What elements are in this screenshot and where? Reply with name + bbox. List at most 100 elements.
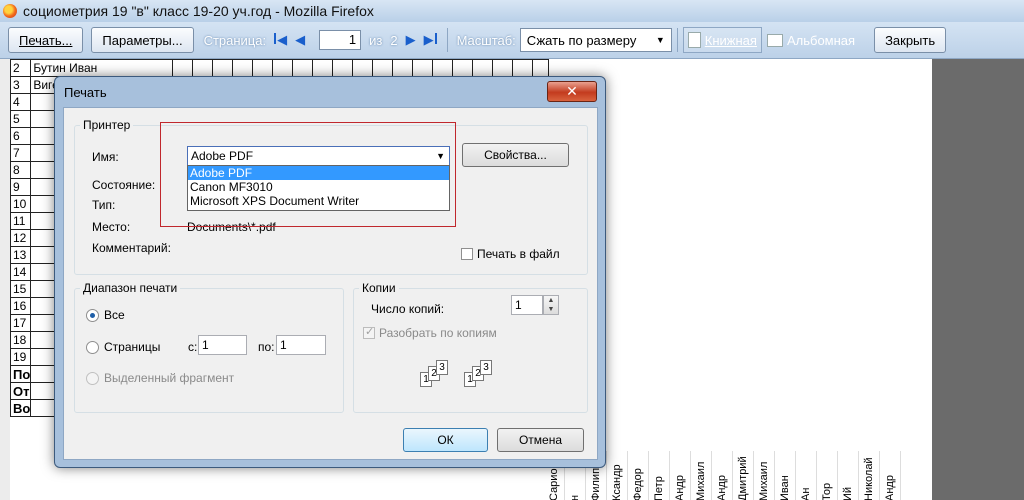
print-button[interactable]: Печать... (8, 27, 84, 53)
column-name: Федор (628, 451, 649, 500)
column-name-text: Михаил (695, 461, 707, 500)
table-cell (252, 59, 274, 77)
column-name-text: Михаил (758, 461, 770, 500)
table-cell (372, 59, 394, 77)
table-cell (332, 59, 354, 77)
column-name-text: Николай (863, 457, 875, 500)
portrait-page-icon (687, 32, 701, 48)
from-page-input[interactable]: 1 (198, 335, 247, 355)
range-selection-radio[interactable] (86, 372, 99, 385)
table-cell (412, 59, 434, 77)
column-name-text: Иван (779, 475, 791, 500)
table-cell: 9 (10, 178, 32, 196)
table-row: 2 Бутин Иван (10, 59, 550, 77)
range-pages-radio[interactable] (86, 341, 99, 354)
column-name: Андр (712, 451, 733, 500)
next-page-icon[interactable]: ▶ (406, 32, 416, 48)
column-name: Петр (649, 451, 670, 500)
column-name-text: Андр (674, 475, 686, 500)
landscape-button[interactable]: Альбомная (762, 27, 860, 53)
range-all-label: Все (104, 308, 125, 322)
column-name-text: Ан (800, 487, 812, 500)
column-name: Ан (796, 451, 817, 500)
copies-count-input[interactable]: 1 (511, 295, 543, 315)
print-range-label: Диапазон печати (80, 281, 181, 295)
column-name-text: Федор (632, 468, 644, 500)
column-name-text: Петр (653, 476, 665, 500)
chevron-down-icon: ▼ (655, 35, 665, 45)
table-cell (352, 59, 374, 77)
table-cell: 2 (10, 59, 32, 77)
collate-label: Разобрать по копиям (379, 326, 497, 340)
column-name: Михаил (691, 451, 712, 500)
column-name-text: н (569, 494, 581, 500)
to-label: по: (258, 340, 275, 354)
page-label: Страница: (203, 32, 267, 48)
range-all-radio[interactable] (86, 309, 99, 322)
properties-button[interactable]: Свойства... (462, 143, 569, 167)
table-cell: От (10, 382, 32, 400)
column-name: Андр (670, 451, 691, 500)
last-page-icon[interactable]: ▶ (424, 32, 438, 48)
column-name-text: Андр (884, 475, 896, 500)
type-label: Тип: (92, 198, 116, 212)
dialog-title: Печать (64, 85, 107, 100)
table-cell: 11 (10, 212, 32, 230)
table-cell (532, 59, 550, 77)
table-cell: 3 (10, 76, 32, 94)
previous-page-icon[interactable]: ◀ (295, 32, 305, 48)
page-setup-button[interactable]: Параметры... (91, 27, 194, 53)
column-name: Тор (817, 451, 838, 500)
scale-select[interactable]: Сжать по размеру ▼ (519, 28, 672, 52)
close-preview-button[interactable]: Закрыть (874, 27, 947, 53)
toolbar-separator (676, 28, 678, 52)
table-cell: 18 (10, 331, 32, 349)
column-name: Михаил (754, 451, 775, 500)
ok-button[interactable]: ОК (403, 428, 488, 452)
firefox-logo-icon (3, 4, 17, 18)
dialog-close-button[interactable]: ✕ (547, 81, 597, 102)
dialog-titlebar: Печать ✕ (55, 77, 605, 105)
table-cell (472, 59, 494, 77)
copies-count-label: Число копий: (371, 302, 445, 316)
printer-group-label: Принтер (80, 118, 134, 132)
of-label: из (369, 32, 383, 48)
table-cell (212, 59, 234, 77)
table-cell: 16 (10, 297, 32, 315)
table-cell: 4 (10, 93, 32, 111)
from-label: с: (188, 340, 198, 354)
column-name-text: Сарион (548, 462, 560, 500)
table-cell: 19 (10, 348, 32, 366)
portrait-button[interactable]: Книжная (682, 27, 762, 53)
column-name-text: Андр (716, 475, 728, 500)
table-cell: Во (10, 399, 32, 417)
column-name-text: Дмитрий (737, 456, 749, 500)
print-to-file-checkbox[interactable] (461, 248, 473, 260)
copies-group-label: Копии (359, 281, 399, 295)
landscape-page-icon (766, 33, 783, 47)
table-cell (512, 59, 534, 77)
page-number-input[interactable]: 1 (319, 30, 362, 50)
table-cell: 7 (10, 144, 32, 162)
table-cell: 10 (10, 195, 32, 213)
table-cell (432, 59, 454, 77)
table-cell (392, 59, 414, 77)
to-page-input[interactable]: 1 (276, 335, 326, 355)
column-name-text: Ий (842, 486, 854, 500)
preview-right-margin (932, 59, 1024, 500)
toolbar-separator (446, 28, 448, 52)
window-titlebar: социометрия 19 "в" класс 19-20 уч.год - … (0, 0, 1024, 22)
preview-left-margin (0, 59, 10, 500)
collate-checkbox[interactable]: ✓ (363, 326, 375, 339)
first-page-icon[interactable]: ◀ (274, 32, 287, 48)
location-label: Место: (92, 220, 131, 234)
table-cell (192, 59, 214, 77)
table-cell: 12 (10, 229, 32, 247)
column-name: Ий (838, 451, 859, 500)
copies-spinner[interactable]: ▲ ▼ (543, 295, 559, 315)
column-name: Андр (880, 451, 901, 500)
table-cell: 13 (10, 246, 32, 264)
table-cell: 15 (10, 280, 32, 298)
cancel-button[interactable]: Отмена (497, 428, 584, 452)
column-name: Николай (859, 451, 880, 500)
